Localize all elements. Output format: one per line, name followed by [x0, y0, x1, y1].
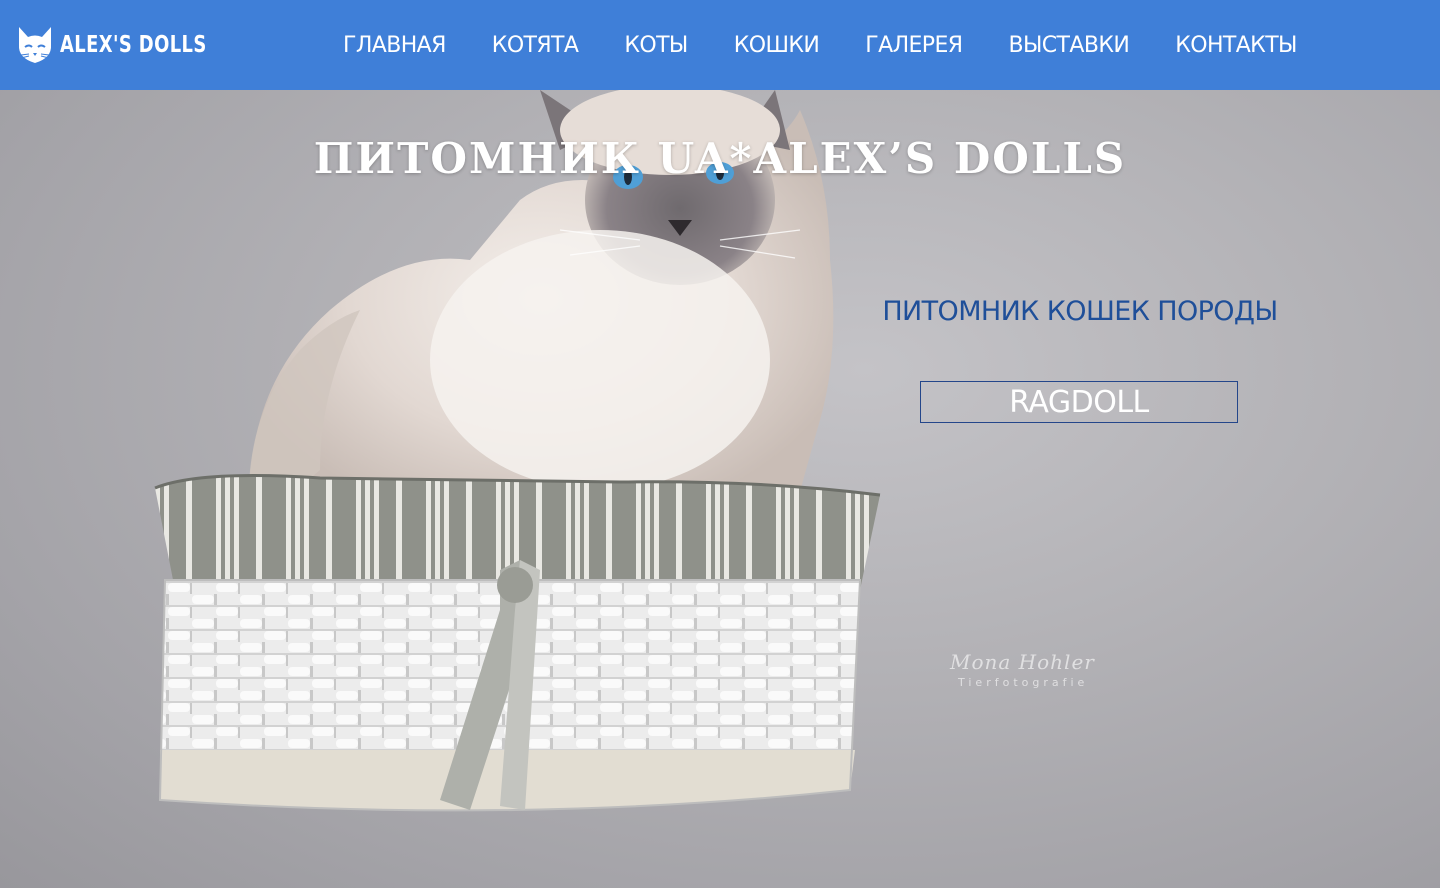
- nav-item-contacts[interactable]: КОНТАКТЫ: [1152, 33, 1320, 58]
- watermark-sub: Tierfotografie: [958, 676, 1089, 689]
- logo-text: ALEX'S DOLLS: [60, 32, 207, 58]
- breed-button[interactable]: RAGDOLL: [920, 381, 1238, 423]
- nav-item-kittens[interactable]: КОТЯТА: [469, 33, 602, 58]
- cat-head-icon: [18, 27, 52, 63]
- photographer-watermark: Mona Hohler Tierfotografie: [944, 646, 1134, 696]
- watermark-name: Mona Hohler: [950, 650, 1095, 674]
- nav-item-females[interactable]: КОШКИ: [711, 33, 843, 58]
- site-header: ALEX'S DOLLS ГЛАВНАЯ КОТЯТА КОТЫ КОШКИ Г…: [0, 0, 1440, 90]
- nav-item-shows[interactable]: ВЫСТАВКИ: [985, 33, 1152, 58]
- hero-photo-cat-in-basket: [154, 90, 881, 812]
- hero-section: ПИТОМНИК UA*ALEX’S DOLLS ПИТОМНИК КОШЕК …: [0, 90, 1440, 888]
- main-nav: ГЛАВНАЯ КОТЯТА КОТЫ КОШКИ ГАЛЕРЕЯ ВЫСТАВ…: [320, 0, 1320, 90]
- nav-item-gallery[interactable]: ГАЛЕРЕЯ: [842, 33, 985, 58]
- hero-title: ПИТОМНИК UA*ALEX’S DOLLS: [313, 134, 1127, 183]
- nav-item-males[interactable]: КОТЫ: [601, 33, 710, 58]
- nav-item-home[interactable]: ГЛАВНАЯ: [320, 33, 469, 58]
- page: ALEX'S DOLLS ГЛАВНАЯ КОТЯТА КОТЫ КОШКИ Г…: [0, 0, 1440, 888]
- site-logo[interactable]: ALEX'S DOLLS: [16, 24, 248, 66]
- hero-subtitle: ПИТОМНИК КОШЕК ПОРОДЫ: [882, 296, 1278, 327]
